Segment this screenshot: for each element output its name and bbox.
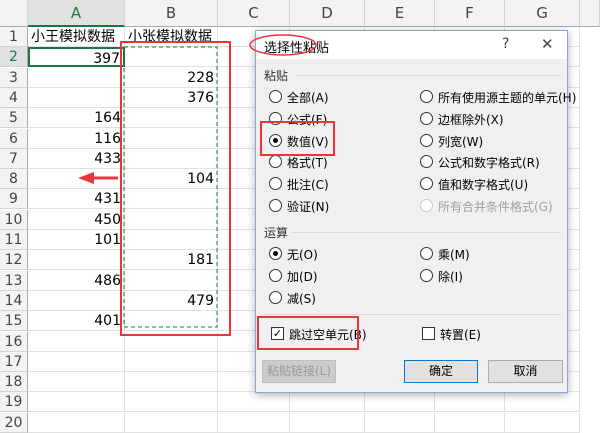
row-header-20[interactable]: 20	[0, 412, 28, 433]
cell-D20[interactable]	[290, 412, 365, 433]
cell-E20[interactable]	[365, 412, 435, 433]
annotations	[78, 34, 359, 350]
cell-F20[interactable]	[435, 412, 505, 433]
copy-marquee	[123, 46, 218, 328]
highlight-column-b	[120, 41, 231, 336]
highlight-values-option	[260, 121, 335, 156]
cell-B20[interactable]	[125, 412, 218, 433]
cell-C20[interactable]	[218, 412, 290, 433]
cell-A20[interactable]	[28, 412, 125, 433]
cell-G20[interactable]	[505, 412, 580, 433]
highlight-skip-blanks	[257, 316, 359, 350]
highlight-title	[249, 34, 317, 56]
arrow-left-icon	[78, 172, 94, 184]
